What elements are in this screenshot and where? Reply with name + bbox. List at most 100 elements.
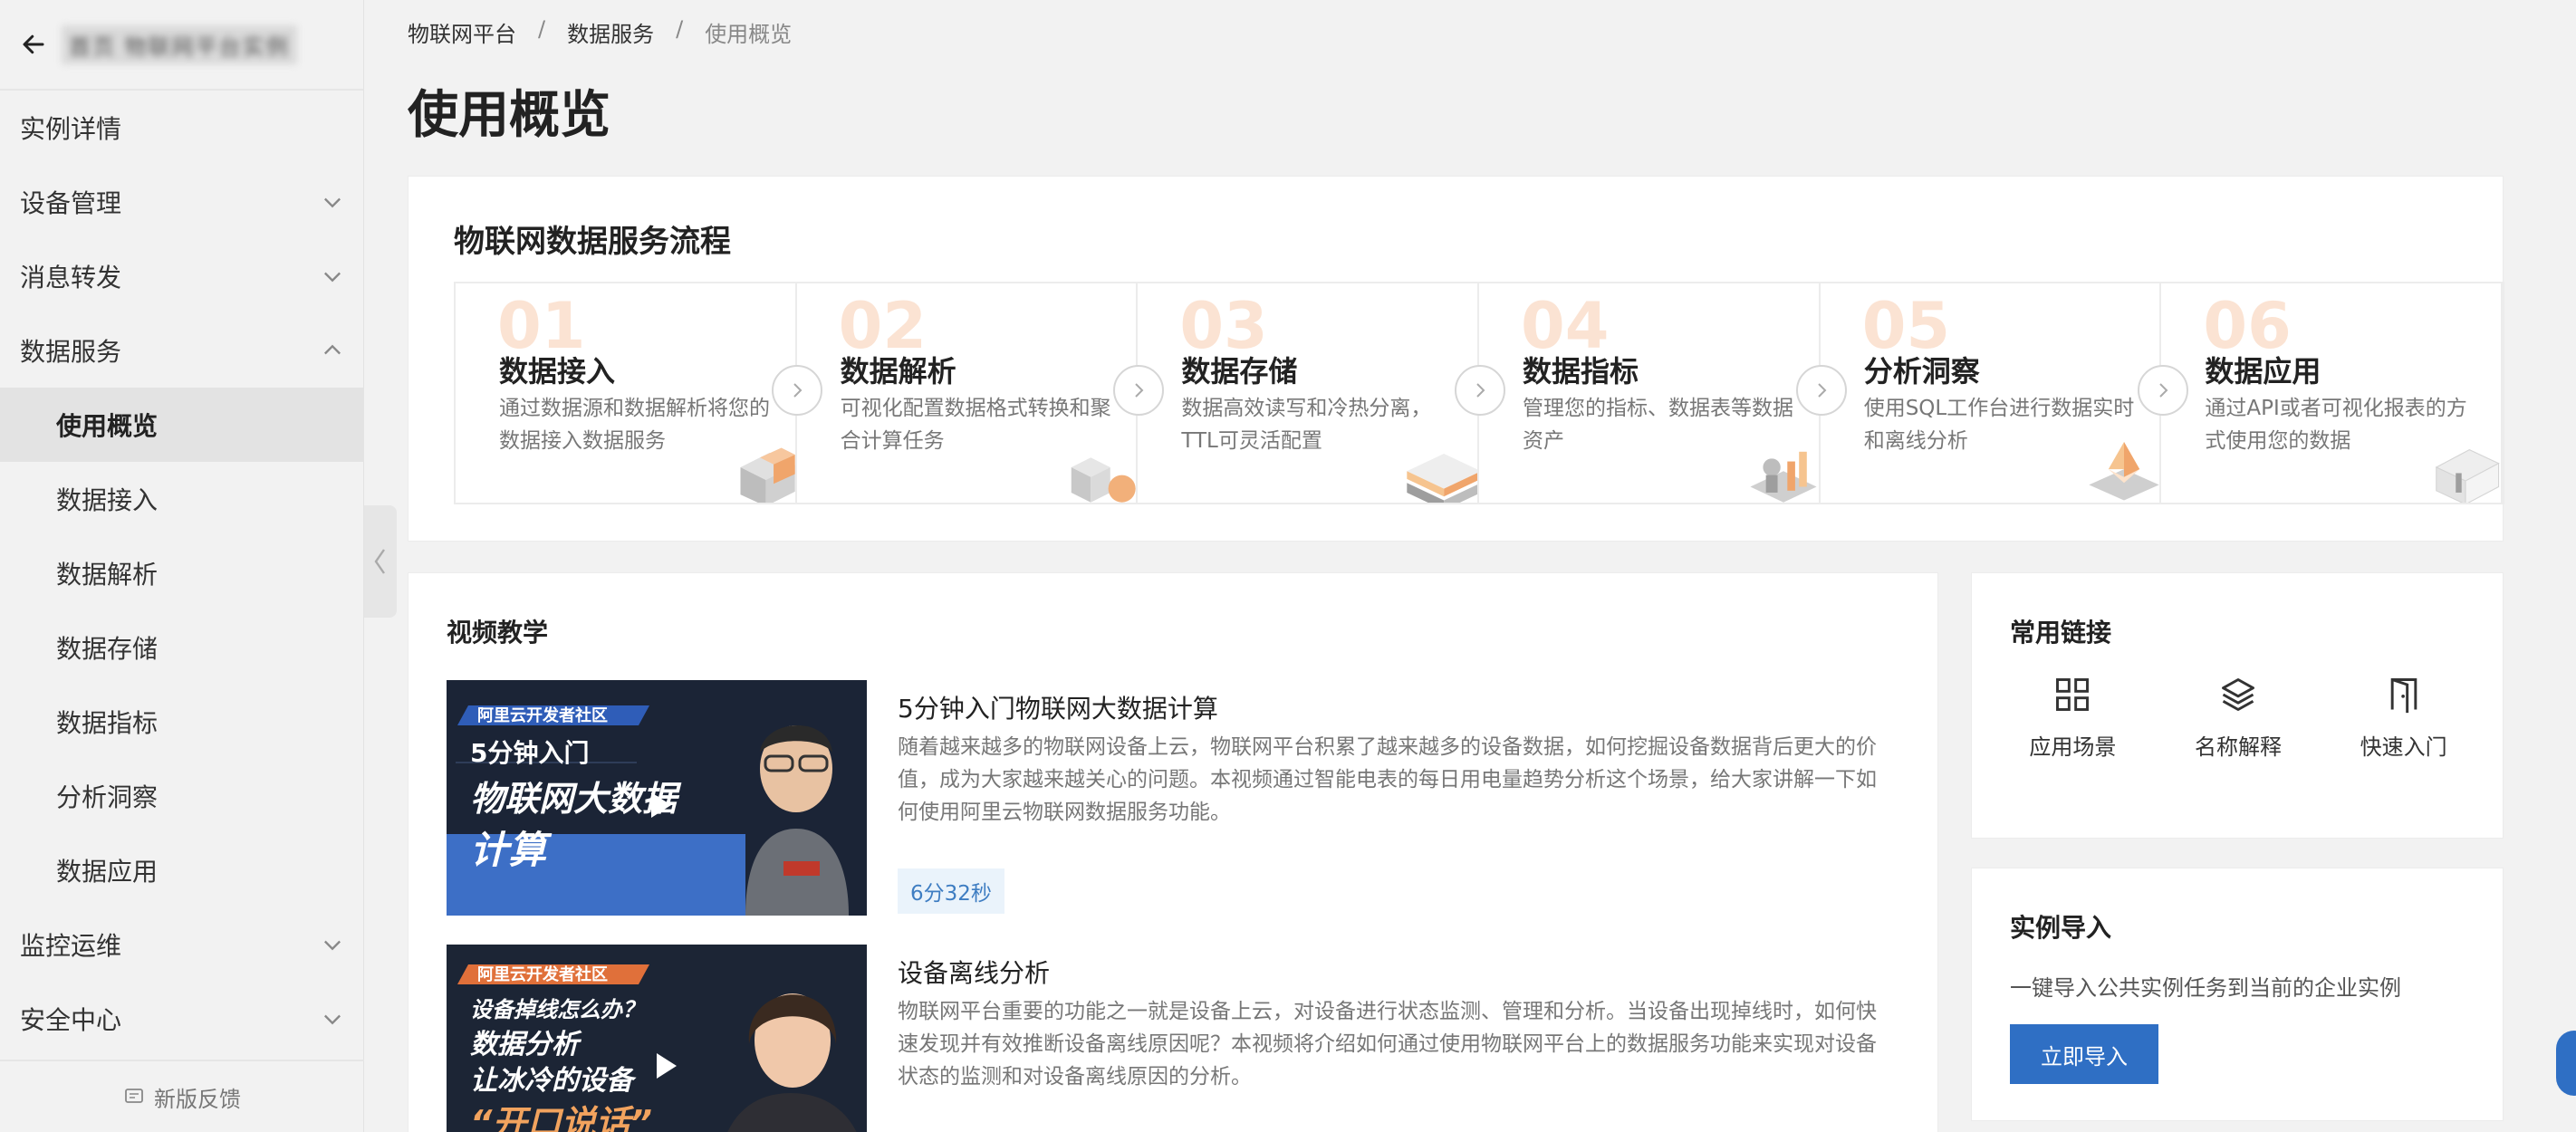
sidebar-item-label: 数据解析 xyxy=(56,560,159,590)
sidebar-nav: 实例详情 设备管理 消息转发 数据服务 使用概览 数据接入 数据解析 数据存储 … xyxy=(0,91,363,1056)
grid-icon xyxy=(2056,678,2090,711)
sidebar-item-data-metrics[interactable]: 数据指标 xyxy=(0,685,363,759)
sidebar-item-label: 安全中心 xyxy=(20,1005,122,1035)
link-application-scenarios[interactable]: 应用场景 xyxy=(2000,675,2145,761)
sidebar-item-data-storage[interactable]: 数据存储 xyxy=(0,610,363,685)
feedback-icon xyxy=(125,1089,143,1103)
back-arrow-icon[interactable] xyxy=(20,31,47,58)
step-name: 数据指标 xyxy=(1523,354,1639,389)
link-label: 快速入门 xyxy=(2360,734,2447,760)
sidebar: 首页 物联网平台实例 实例详情 设备管理 消息转发 数据服务 使用概览 数据接入… xyxy=(0,0,364,1132)
sidebar-item-analysis-insight[interactable]: 分析洞察 xyxy=(0,759,363,833)
thumb-line3: 计算 xyxy=(470,828,553,872)
link-glossary[interactable]: 名称解释 xyxy=(2166,675,2311,761)
thumb-line4: “开口说话” xyxy=(470,1103,652,1132)
insight-illustration-icon xyxy=(2089,442,2160,501)
chevron-right-icon xyxy=(1113,365,1164,416)
breadcrumb-item-current: 使用概览 xyxy=(705,22,793,47)
common-links-panel: 常用链接 应用场景 名称解释 快速入门 xyxy=(1971,572,2504,839)
floating-help-button[interactable] xyxy=(2556,1031,2576,1096)
import-now-button[interactable]: 立即导入 xyxy=(2010,1024,2158,1084)
breadcrumb-item-data-service[interactable]: 数据服务 xyxy=(567,16,654,48)
page-title: 使用概览 xyxy=(408,86,610,145)
door-icon xyxy=(2390,678,2417,714)
video-panel: 视频教学 阿里云开发者社区 5分钟入门 物联网大数据 计算 5分钟入门物联网大数… xyxy=(408,572,1938,1132)
chevron-up-icon xyxy=(324,344,341,355)
instance-import-panel: 实例导入 一键导入公共实例任务到当前的企业实例 立即导入 xyxy=(1971,868,2504,1121)
sidebar-item-label: 分析洞察 xyxy=(56,782,159,812)
common-links-list: 应用场景 名称解释 快速入门 xyxy=(1972,675,2504,761)
flow-step[interactable]: 02 数据解析 可视化配置数据格式转换和聚合计算任务 xyxy=(797,283,1139,503)
breadcrumb-item-iot-platform[interactable]: 物联网平台 xyxy=(408,16,516,48)
chevron-right-icon xyxy=(772,365,822,416)
sidebar-item-usage-overview[interactable]: 使用概览 xyxy=(0,388,363,462)
flow-step[interactable]: 05 分析洞察 使用SQL工作台进行数据实时和离线分析 xyxy=(1821,283,2162,503)
sidebar-item-label: 数据接入 xyxy=(56,485,159,515)
chevron-down-icon xyxy=(324,1014,341,1025)
instance-import-title: 实例导入 xyxy=(2010,913,2112,943)
chevron-down-icon xyxy=(324,940,341,951)
sidebar-item-device-management[interactable]: 设备管理 xyxy=(0,165,363,239)
step-name: 数据接入 xyxy=(499,354,616,389)
link-label: 名称解释 xyxy=(2194,734,2282,760)
sidebar-item-message-forwarding[interactable]: 消息转发 xyxy=(0,239,363,313)
link-quick-start[interactable]: 快速入门 xyxy=(2331,675,2476,761)
feedback-button[interactable]: 新版反馈 xyxy=(0,1060,364,1132)
breadcrumb: 物联网平台 / 数据服务 / 使用概览 xyxy=(408,16,792,48)
instance-import-desc: 一键导入公共实例任务到当前的企业实例 xyxy=(2010,975,2401,1001)
chevron-right-icon xyxy=(2138,365,2188,416)
sidebar-collapse-handle[interactable] xyxy=(364,505,397,618)
flow-step[interactable]: 04 数据指标 管理您的指标、数据表等数据资产 xyxy=(1479,283,1821,503)
layers-icon xyxy=(2222,678,2254,711)
instance-name: 首页 物联网平台实例 xyxy=(62,24,297,64)
breadcrumb-separator: / xyxy=(538,16,546,42)
link-label: 应用场景 xyxy=(2029,734,2117,760)
thumb-line2: 数据分析 xyxy=(470,1029,582,1060)
video-thumbnail[interactable]: 阿里云开发者社区 5分钟入门 物联网大数据 计算 xyxy=(447,680,867,916)
sidebar-item-label: 监控运维 xyxy=(20,931,122,961)
flow-step[interactable]: 06 数据应用 通过API或者可视化报表的方式使用您的数据 xyxy=(2161,283,2504,503)
thumb-line1: 5分钟入门 xyxy=(470,738,589,768)
main-content: 物联网平台 / 数据服务 / 使用概览 使用概览 物联网数据服务流程 01 数据… xyxy=(408,0,2554,1132)
sidebar-item-label: 数据存储 xyxy=(56,634,159,664)
sidebar-item-data-service[interactable]: 数据服务 xyxy=(0,313,363,388)
sidebar-item-instance-detail[interactable]: 实例详情 xyxy=(0,91,363,165)
thumb-line3: 让冰冷的设备 xyxy=(470,1065,637,1097)
step-name: 数据解析 xyxy=(840,354,956,389)
sidebar-item-data-application[interactable]: 数据应用 xyxy=(0,833,363,907)
sidebar-item-label: 实例详情 xyxy=(20,114,122,144)
sidebar-item-label: 数据服务 xyxy=(20,337,122,367)
ingestion-illustration-icon xyxy=(740,447,795,503)
application-illustration-icon xyxy=(2435,449,2500,503)
flow-step[interactable]: 03 数据存储 数据高效读写和冷热分离，TTL可灵活配置 xyxy=(1138,283,1480,503)
video-desc: 物联网平台重要的功能之一就是设备上云，对设备进行状态监测、管理和分析。当设备出现… xyxy=(898,1000,1877,1089)
metrics-illustration-icon xyxy=(1750,451,1817,503)
chevron-left-icon xyxy=(374,549,385,574)
sidebar-item-data-parsing[interactable]: 数据解析 xyxy=(0,536,363,610)
sidebar-item-label: 数据应用 xyxy=(56,857,159,887)
video-title[interactable]: 设备离线分析 xyxy=(898,954,1050,990)
video-thumbnail[interactable]: 阿里云开发者社区 设备掉线怎么办？ 数据分析 让冰冷的设备 “开口说话” xyxy=(447,945,867,1132)
flow-title: 物联网数据服务流程 xyxy=(454,224,731,260)
storage-illustration-icon xyxy=(1407,453,1478,503)
sidebar-item-security-center[interactable]: 安全中心 xyxy=(0,982,363,1056)
video-duration-badge: 6分32秒 xyxy=(898,868,1004,914)
flow-steps: 01 数据接入 通过数据源和数据解析将您的数据接入数据服务 02 数据解析 可视… xyxy=(454,282,2504,504)
thumb-line2: 物联网大数据 xyxy=(470,779,682,819)
flow-step[interactable]: 01 数据接入 通过数据源和数据解析将您的数据接入数据服务 xyxy=(456,283,797,503)
step-name: 分析洞察 xyxy=(1863,354,1980,389)
sidebar-item-monitoring-ops[interactable]: 监控运维 xyxy=(0,907,363,982)
sidebar-item-label: 设备管理 xyxy=(20,188,122,218)
sidebar-header: 首页 物联网平台实例 xyxy=(0,0,363,91)
sidebar-item-label: 数据指标 xyxy=(56,708,159,738)
common-links-title: 常用链接 xyxy=(2010,618,2112,648)
breadcrumb-separator: / xyxy=(676,16,684,42)
sidebar-item-data-ingestion[interactable]: 数据接入 xyxy=(0,462,363,536)
chevron-right-icon xyxy=(1455,365,1505,416)
parsing-illustration-icon xyxy=(1072,457,1137,503)
step-name: 数据应用 xyxy=(2205,354,2321,389)
thumb-line1: 设备掉线怎么办？ xyxy=(470,997,644,1022)
thumb-badge: 阿里云开发者社区 xyxy=(477,705,608,725)
video-title[interactable]: 5分钟入门物联网大数据计算 xyxy=(898,689,1218,725)
chevron-down-icon xyxy=(324,272,341,283)
